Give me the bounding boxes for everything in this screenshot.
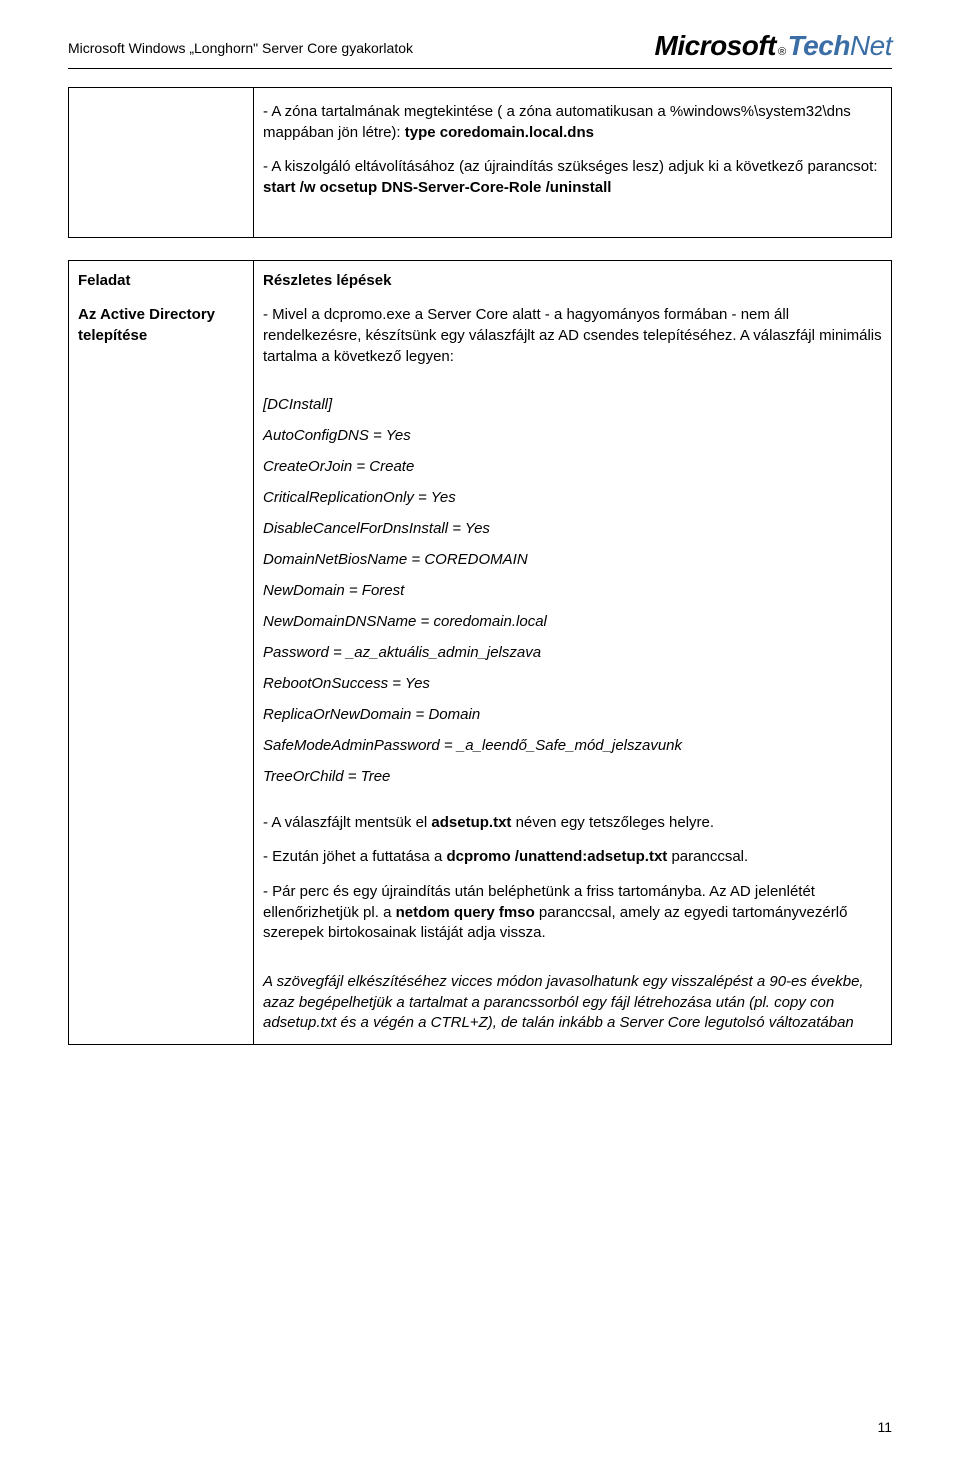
- technet-logo: Microsoft® TechNet: [655, 30, 893, 62]
- config-line: DisableCancelForDnsInstall = Yes: [263, 520, 882, 537]
- text: paranccsal.: [667, 848, 748, 865]
- config-line: CreateOrJoin = Create: [263, 458, 882, 475]
- logo-microsoft: Microsoft: [655, 30, 777, 62]
- label-ad-telepitese: Az Active Directory telepítése: [78, 305, 244, 346]
- logo-tech: Tech: [788, 30, 850, 61]
- config-line: AutoConfigDNS = Yes: [263, 427, 882, 444]
- cell-right-zone: - A zóna tartalmának megtekintése ( a zó…: [254, 88, 892, 238]
- config-line: [DCInstall]: [263, 396, 882, 413]
- table-row: - A zóna tartalmának megtekintése ( a zó…: [69, 88, 892, 238]
- page: Microsoft Windows „Longhorn" Server Core…: [0, 0, 960, 1457]
- config-line: NewDomain = Forest: [263, 582, 882, 599]
- text: néven egy tetszőleges helyre.: [511, 814, 714, 831]
- config-line: Password = _az_aktuális_admin_jelszava: [263, 644, 882, 661]
- note-paragraph: A szövegfájl elkészítéséhez vicces módon…: [263, 972, 882, 1034]
- content-table-2: Feladat Az Active Directory telepítése R…: [68, 260, 892, 1045]
- paragraph: - A válaszfájlt mentsük el adsetup.txt n…: [263, 813, 882, 834]
- logo-net: Net: [850, 30, 892, 61]
- config-line: DomainNetBiosName = COREDOMAIN: [263, 551, 882, 568]
- command-text: dcpromo /unattend:adsetup.txt: [446, 848, 667, 865]
- text: - A kiszolgáló eltávolításához (az újrai…: [263, 158, 877, 175]
- paragraph: - A zóna tartalmának megtekintése ( a zó…: [263, 102, 882, 143]
- header-title: Microsoft Windows „Longhorn" Server Core…: [68, 30, 413, 56]
- page-number: 11: [877, 1419, 892, 1435]
- page-header: Microsoft Windows „Longhorn" Server Core…: [68, 30, 892, 62]
- label-reszletes: Részletes lépések: [263, 271, 882, 292]
- config-line: NewDomainDNSName = coredomain.local: [263, 613, 882, 630]
- cell-right-steps: Részletes lépések - Mivel a dcpromo.exe …: [254, 260, 892, 1044]
- answer-file-block: [DCInstall] AutoConfigDNS = Yes CreateOr…: [263, 396, 882, 785]
- content-table-1: - A zóna tartalmának megtekintése ( a zó…: [68, 87, 892, 238]
- paragraph: - A kiszolgáló eltávolításához (az újrai…: [263, 157, 882, 198]
- header-divider: [68, 68, 892, 69]
- paragraph: - Ezután jöhet a futtatása a dcpromo /un…: [263, 847, 882, 868]
- text: - A válaszfájlt mentsük el: [263, 814, 431, 831]
- command-text: start /w ocsetup DNS-Server-Core-Role /u…: [263, 179, 611, 196]
- config-line: TreeOrChild = Tree: [263, 768, 882, 785]
- text: - Ezután jöhet a futtatása a: [263, 848, 446, 865]
- config-line: SafeModeAdminPassword = _a_leendő_Safe_m…: [263, 737, 882, 754]
- filename-text: adsetup.txt: [431, 814, 511, 831]
- cell-left-empty: [69, 88, 254, 238]
- label-feladat: Feladat: [78, 271, 244, 292]
- table-row: Feladat Az Active Directory telepítése R…: [69, 260, 892, 1044]
- config-line: RebootOnSuccess = Yes: [263, 675, 882, 692]
- config-line: ReplicaOrNewDomain = Domain: [263, 706, 882, 723]
- logo-registered-icon: ®: [778, 46, 786, 58]
- command-text: netdom query fmso: [396, 904, 535, 921]
- cell-left-task: Feladat Az Active Directory telepítése: [69, 260, 254, 1044]
- command-text: type coredomain.local.dns: [405, 124, 594, 141]
- config-line: CriticalReplicationOnly = Yes: [263, 489, 882, 506]
- paragraph: - Pár perc és egy újraindítás után belép…: [263, 882, 882, 944]
- paragraph: - Mivel a dcpromo.exe a Server Core alat…: [263, 305, 882, 367]
